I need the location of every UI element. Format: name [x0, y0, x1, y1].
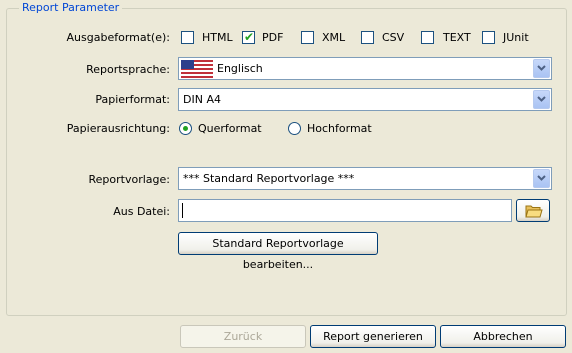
checkbox-text[interactable] [421, 31, 434, 44]
text-cursor [182, 203, 183, 218]
paper-format-label: Papierformat: [95, 93, 170, 106]
radio-landscape[interactable] [179, 122, 192, 135]
checkbox-csv[interactable] [361, 31, 374, 44]
checkbox-html-label: HTML [202, 31, 233, 44]
checkbox-pdf[interactable]: ✔ [242, 30, 255, 44]
radio-portrait[interactable] [288, 122, 301, 135]
checkmark-icon: ✔ [244, 30, 255, 44]
paper-format-value: DIN A4 [183, 93, 221, 106]
checkbox-junit[interactable] [482, 31, 495, 44]
chevron-down-icon[interactable] [533, 90, 550, 109]
checkbox-text-label: TEXT [443, 31, 471, 44]
template-value: *** Standard Reportvorlage *** [183, 172, 355, 185]
language-value: Englisch [217, 62, 263, 75]
chevron-down-icon[interactable] [533, 59, 550, 78]
group-title: Report Parameter [19, 2, 123, 14]
back-button[interactable]: Zurück [180, 325, 306, 348]
radio-portrait-label: Hochformat [307, 122, 372, 135]
radio-landscape-label: Querformat [198, 122, 262, 135]
cancel-button[interactable]: Abbrechen [440, 325, 566, 348]
output-format-label: Ausgabeformat(e): [66, 31, 170, 44]
template-select[interactable]: *** Standard Reportvorlage *** [178, 167, 552, 190]
checkbox-junit-label: JUnit [503, 31, 529, 44]
orientation-label: Papierausrichtung: [66, 122, 170, 135]
checkbox-xml[interactable] [301, 31, 314, 44]
language-select[interactable]: Englisch [178, 57, 552, 80]
checkbox-csv-label: CSV [382, 31, 405, 44]
checkbox-pdf-label: PDF [262, 31, 284, 44]
folder-icon [525, 205, 543, 218]
chevron-down-icon[interactable] [533, 169, 550, 188]
browse-button[interactable] [516, 199, 550, 222]
us-flag-icon [181, 60, 213, 78]
checkbox-html[interactable] [181, 31, 194, 44]
generate-report-button[interactable]: Report generieren [310, 325, 436, 348]
checkbox-xml-label: XML [322, 31, 346, 44]
edit-template-button[interactable]: Standard Reportvorlage bearbeiten... [178, 232, 378, 271]
paper-format-select[interactable]: DIN A4 [178, 88, 552, 111]
file-label: Aus Datei: [113, 205, 170, 218]
language-label: Reportsprache: [86, 63, 170, 76]
template-label: Reportvorlage: [88, 173, 170, 186]
file-input[interactable] [178, 199, 512, 222]
